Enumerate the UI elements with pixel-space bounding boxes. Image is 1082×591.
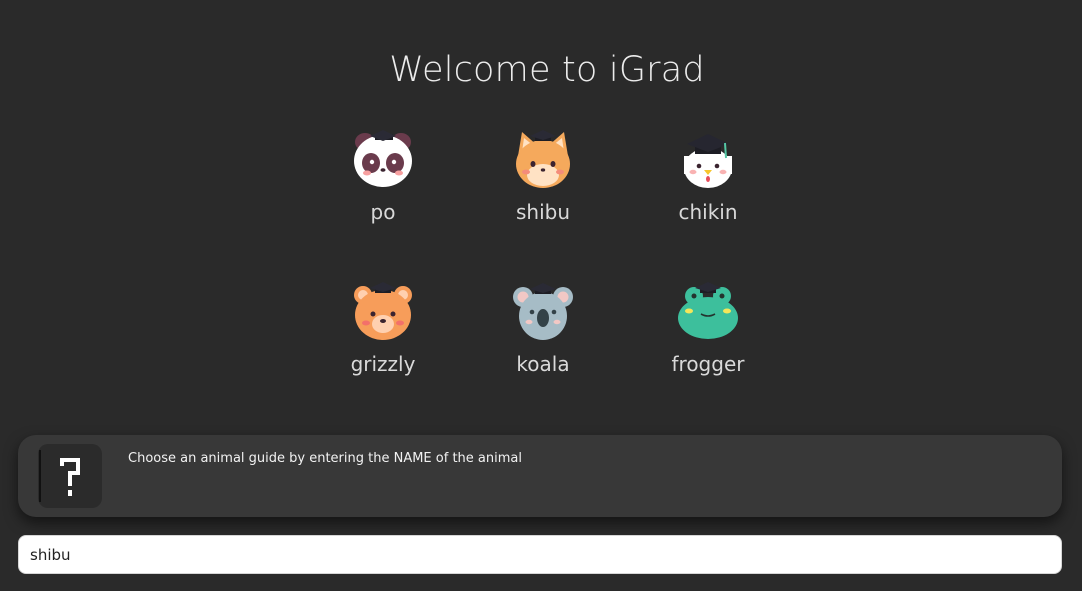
app-window: Welcome to iGrad po shibu chikin grizzly… bbox=[0, 0, 1082, 591]
avatar-edge-divider bbox=[39, 450, 41, 502]
animal-name: po bbox=[370, 200, 396, 224]
animal-option-frogger[interactable]: frogger bbox=[648, 280, 768, 380]
bear-graduate-icon bbox=[354, 282, 412, 340]
chicken-graduate-icon bbox=[684, 134, 732, 188]
animal-option-po[interactable]: po bbox=[323, 128, 443, 228]
guide-message-text: Choose an animal guide by entering the N… bbox=[128, 451, 522, 466]
animal-name-input[interactable] bbox=[18, 535, 1062, 574]
animal-name: frogger bbox=[671, 352, 745, 376]
animal-name: chikin bbox=[678, 200, 738, 224]
animal-option-chikin[interactable]: chikin bbox=[648, 128, 768, 228]
shiba-graduate-icon bbox=[516, 130, 570, 188]
guide-avatar bbox=[38, 444, 102, 508]
frog-graduate-icon bbox=[678, 282, 738, 339]
animal-option-shibu[interactable]: shibu bbox=[483, 128, 603, 228]
animal-option-grizzly[interactable]: grizzly bbox=[323, 280, 443, 380]
animal-name: koala bbox=[516, 352, 570, 376]
animal-option-koala[interactable]: koala bbox=[483, 280, 603, 380]
animal-name: shibu bbox=[515, 200, 571, 224]
question-mark-icon bbox=[60, 458, 80, 496]
page-title: Welcome to iGrad bbox=[389, 50, 705, 90]
animal-name: grizzly bbox=[350, 352, 416, 376]
guide-message-card: Choose an animal guide by entering the N… bbox=[18, 435, 1062, 517]
koala-graduate-icon bbox=[513, 283, 573, 340]
panda-graduate-icon bbox=[354, 130, 412, 187]
